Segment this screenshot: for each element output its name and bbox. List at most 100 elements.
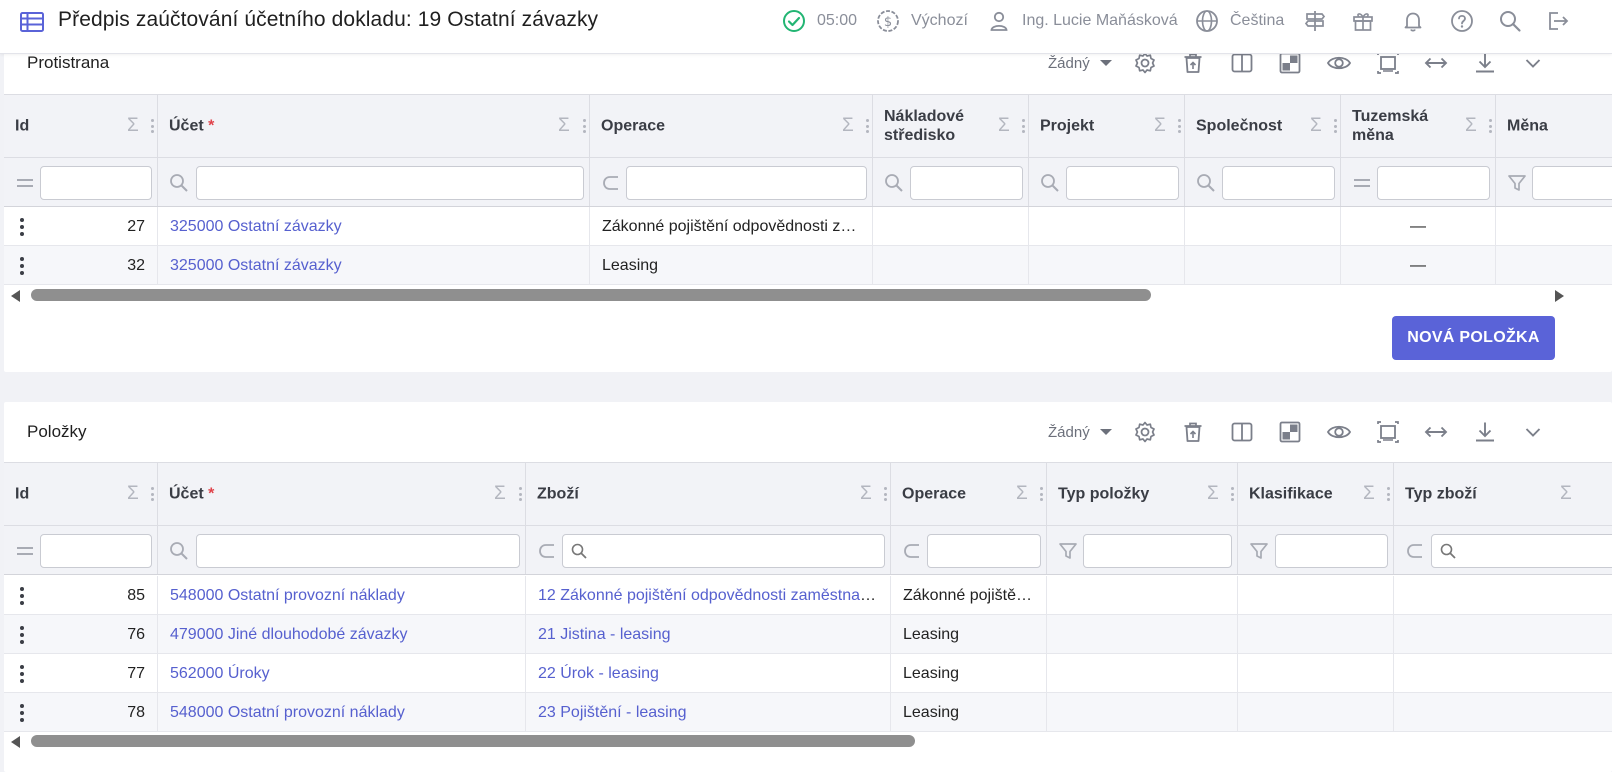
column-menu-icon[interactable] (151, 119, 154, 133)
row-menu-icon[interactable] (19, 257, 25, 275)
scroll-right-icon[interactable] (1555, 290, 1564, 302)
sigma-icon[interactable]: Σ (127, 115, 139, 137)
filter-operace-input[interactable] (626, 166, 867, 200)
sigma-icon[interactable]: Σ (998, 115, 1010, 137)
column-menu-icon[interactable] (1022, 119, 1025, 133)
filter-ucet-input[interactable] (196, 166, 584, 200)
equals-icon[interactable] (14, 540, 36, 562)
search-icon[interactable] (168, 172, 190, 194)
col-header-ucet[interactable]: Účet * Σ (158, 463, 526, 525)
filter-klasifikace-input[interactable] (1275, 534, 1388, 568)
filter-projekt-input[interactable] (1066, 166, 1179, 200)
row-menu-icon[interactable] (19, 626, 25, 644)
sigma-icon[interactable]: Σ (1363, 483, 1375, 505)
col-header-operace[interactable]: Operace Σ (891, 463, 1047, 525)
table-row[interactable]: 78 548000 Ostatní provozní náklady 23 Po… (4, 693, 1612, 732)
col-header-zbozi[interactable]: Zboží Σ (526, 463, 891, 525)
search-button[interactable] (1497, 6, 1523, 36)
goods-link[interactable]: 21 Jistina - leasing (538, 626, 671, 643)
filter-icon[interactable] (1057, 540, 1079, 562)
column-menu-icon[interactable] (866, 119, 869, 133)
column-menu-icon[interactable] (1178, 119, 1181, 133)
filter-id-input[interactable] (40, 534, 152, 568)
column-menu-icon[interactable] (1231, 487, 1234, 501)
horizontal-scrollbar[interactable] (4, 286, 1612, 304)
column-menu-icon[interactable] (151, 487, 154, 501)
subset-icon[interactable] (600, 172, 622, 194)
filter-nakladove-stredisko-input[interactable] (910, 166, 1023, 200)
account-link[interactable]: 562000 Úroky (170, 665, 270, 682)
fit-button[interactable] (1371, 417, 1405, 447)
filter-typ-polozky-input[interactable] (1083, 534, 1232, 568)
signpost-button[interactable] (1302, 6, 1328, 36)
filter-mena-input[interactable] (1532, 166, 1612, 200)
account-link[interactable]: 548000 Ostatní provozní náklady (170, 587, 405, 604)
grid-list-icon[interactable] (19, 9, 45, 35)
download-button[interactable] (1468, 417, 1502, 447)
checker-button[interactable] (1273, 417, 1307, 447)
user-menu[interactable]: Ing. Lucie Maňásková (986, 6, 1178, 36)
table-row[interactable]: 27 325000 Ostatní závazky Zákonné pojišt… (4, 207, 1612, 246)
eye-button[interactable] (1322, 417, 1356, 447)
search-icon[interactable] (883, 172, 905, 194)
sigma-icon[interactable]: Σ (1207, 483, 1219, 505)
account-link[interactable]: 479000 Jiné dlouhodobé závazky (170, 626, 408, 643)
col-header-tuzemska-mena[interactable]: Tuzemská měna Σ (1341, 95, 1496, 157)
delete-button[interactable] (1176, 417, 1210, 447)
account-link[interactable]: 325000 Ostatní závazky (170, 257, 342, 274)
collapse-button[interactable] (1516, 417, 1550, 447)
filter-zbozi-input[interactable] (562, 534, 885, 568)
sigma-icon[interactable]: Σ (1310, 115, 1322, 137)
column-menu-icon[interactable] (1387, 487, 1390, 501)
account-link[interactable]: 548000 Ostatní provozní náklady (170, 704, 405, 721)
row-menu-icon[interactable] (19, 665, 25, 683)
col-header-typ-zbozi[interactable]: Typ zboží Σ (1394, 463, 1612, 525)
col-header-mena[interactable]: Měna (1496, 95, 1612, 157)
col-header-typ-polozky[interactable]: Typ položky Σ (1047, 463, 1238, 525)
help-button[interactable] (1449, 6, 1475, 36)
filter-operace-input[interactable] (927, 534, 1041, 568)
gift-button[interactable] (1350, 6, 1376, 36)
search-icon[interactable] (1039, 172, 1061, 194)
table-row[interactable]: 77 562000 Úroky 22 Úrok - leasing Leasin… (4, 654, 1612, 693)
session-timer[interactable]: 05:00 (781, 6, 857, 36)
row-menu-icon[interactable] (19, 704, 25, 722)
column-menu-icon[interactable] (1040, 487, 1043, 501)
scroll-thumb[interactable] (31, 289, 1151, 301)
scroll-left-icon[interactable] (11, 736, 20, 748)
subset-icon[interactable] (536, 540, 558, 562)
table-row[interactable]: 85 548000 Ostatní provozní náklady 12 Zá… (4, 576, 1612, 615)
horizontal-scrollbar[interactable] (4, 732, 1612, 750)
currency-selector[interactable]: $ Výchozí (875, 6, 968, 36)
column-menu-icon[interactable] (884, 487, 887, 501)
filter-ucet-input[interactable] (196, 534, 520, 568)
filter-id-input[interactable] (40, 166, 152, 200)
language-selector[interactable]: Čeština (1194, 6, 1284, 36)
settings-button[interactable] (1128, 417, 1162, 447)
row-menu-icon[interactable] (19, 587, 25, 605)
equals-icon[interactable] (1351, 172, 1373, 194)
column-menu-icon[interactable] (1489, 119, 1492, 133)
scroll-thumb[interactable] (31, 735, 915, 747)
goods-link[interactable]: 22 Úrok - leasing (538, 665, 659, 682)
search-icon[interactable] (1195, 172, 1217, 194)
preset-selector[interactable]: Žádný (1048, 419, 1112, 445)
sigma-icon[interactable]: Σ (558, 115, 570, 137)
col-header-operace[interactable]: Operace Σ (590, 95, 873, 157)
sigma-icon[interactable]: Σ (494, 483, 506, 505)
equals-icon[interactable] (14, 172, 36, 194)
notifications-button[interactable] (1400, 6, 1426, 36)
sigma-icon[interactable]: Σ (1016, 483, 1028, 505)
filter-tuzemska-mena-input[interactable] (1377, 166, 1490, 200)
col-header-ucet[interactable]: Účet * Σ (158, 95, 590, 157)
sigma-icon[interactable]: Σ (860, 483, 872, 505)
sigma-icon[interactable]: Σ (1154, 115, 1166, 137)
logout-button[interactable] (1544, 6, 1570, 36)
filter-typ-zbozi-input[interactable] (1431, 534, 1612, 568)
col-header-id[interactable]: Id Σ (4, 95, 158, 157)
sigma-icon[interactable]: Σ (1465, 115, 1477, 137)
sigma-icon[interactable]: Σ (127, 483, 139, 505)
column-menu-icon[interactable] (519, 487, 522, 501)
col-header-spolecnost[interactable]: Společnost Σ (1185, 95, 1341, 157)
account-link[interactable]: 325000 Ostatní závazky (170, 218, 342, 235)
